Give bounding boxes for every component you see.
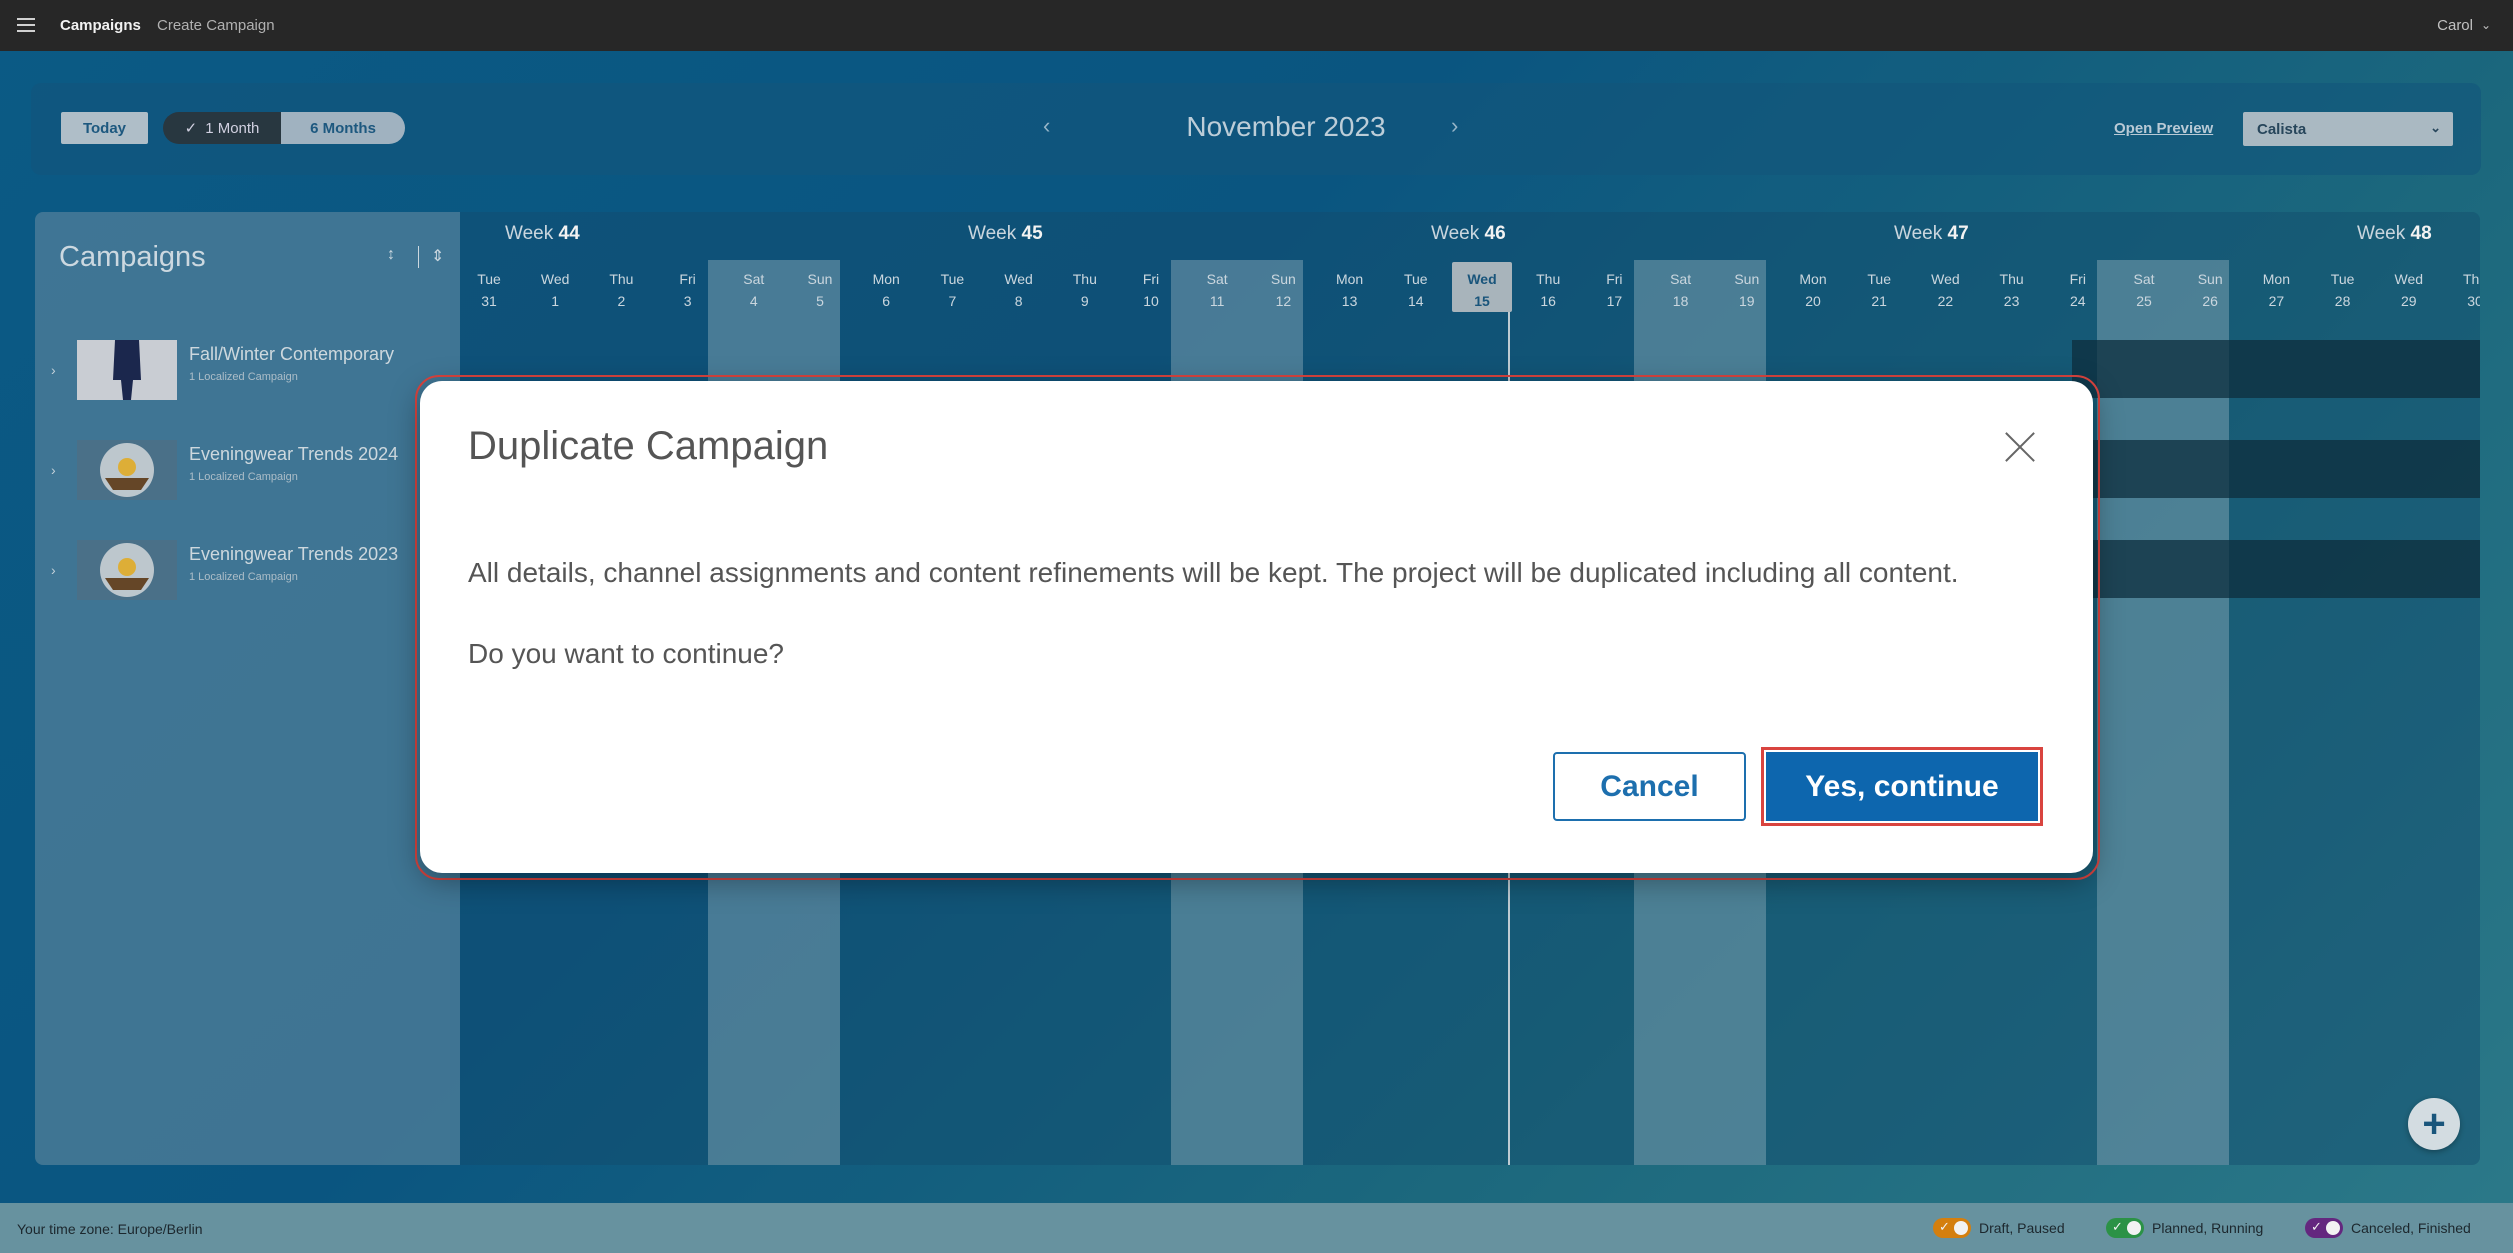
dialog-message: All details, channel assignments and con… xyxy=(468,557,1959,588)
yes-continue-button[interactable]: Yes, continue xyxy=(1766,752,2038,821)
dialog-title: Duplicate Campaign xyxy=(468,424,829,468)
cancel-button[interactable]: Cancel xyxy=(1553,752,1746,821)
close-icon[interactable] xyxy=(2002,427,2038,463)
dialog-question: Do you want to continue? xyxy=(468,638,784,669)
duplicate-campaign-dialog: Duplicate Campaign All details, channel … xyxy=(420,381,2093,873)
